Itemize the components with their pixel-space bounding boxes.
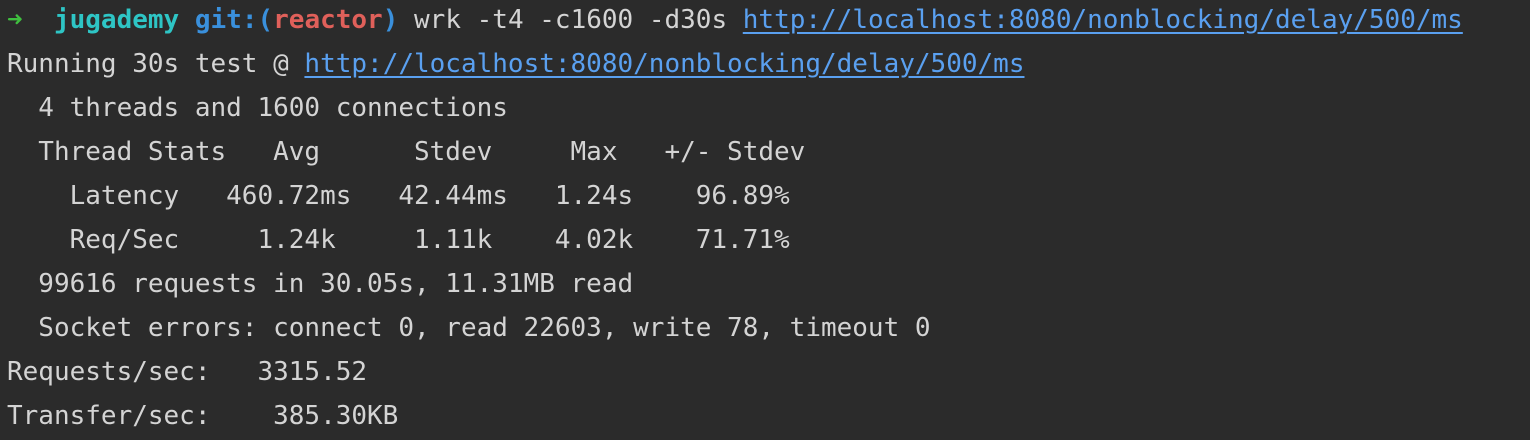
prompt-user: jugademy (53, 5, 180, 35)
requests-per-sec-line: Requests/sec: 3315.52 (7, 357, 368, 387)
latency-row: Latency 460.72ms 42.44ms 1.24s 96.89% (7, 181, 790, 211)
socket-errors-line: Socket errors: connect 0, read 22603, wr… (7, 313, 931, 343)
prompt-line: ➜ jugademy git:(reactor) wrk -t4 -c1600 … (7, 0, 1530, 42)
threads-line: 4 threads and 1600 connections (7, 93, 508, 123)
running-prefix: Running 30s test @ (7, 49, 305, 79)
transfer-per-sec-line: Transfer/sec: 385.30KB (7, 401, 399, 431)
prompt-git-suffix: ) (382, 5, 399, 35)
stats-header-line: Thread Stats Avg Stdev Max +/- Stdev (7, 137, 806, 167)
reqsec-row: Req/Sec 1.24k 1.11k 4.02k 71.71% (7, 225, 790, 255)
prompt-git-branch: reactor (273, 5, 383, 35)
running-line: Running 30s test @ http://localhost:8080… (7, 42, 1530, 86)
prompt-command: wrk -t4 -c1600 -d30s (414, 5, 728, 35)
running-url-link[interactable]: http://localhost:8080/nonblocking/delay/… (304, 49, 1024, 79)
prompt-arrow-icon: ➜ (7, 5, 23, 35)
terminal-window[interactable]: ➜ jugademy git:(reactor) wrk -t4 -c1600 … (0, 0, 1530, 440)
prompt-git-prefix: git:( (194, 5, 274, 35)
prompt-url-link[interactable]: http://localhost:8080/nonblocking/delay/… (743, 5, 1463, 35)
requests-summary-line: 99616 requests in 30.05s, 11.31MB read (7, 269, 634, 299)
